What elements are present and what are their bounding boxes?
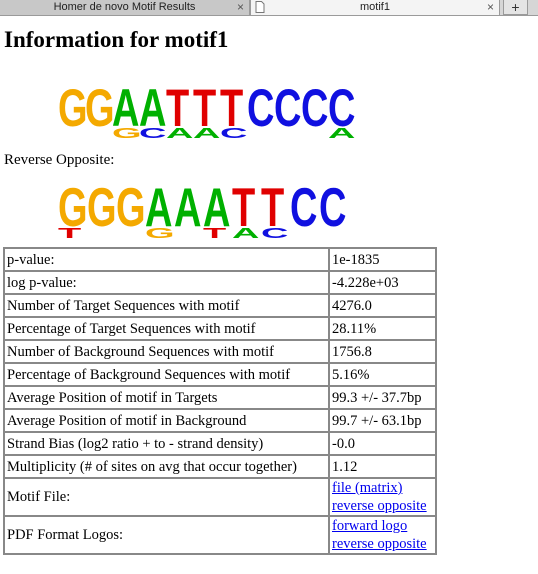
stat-label: Percentage of Target Sequences with moti… — [4, 317, 329, 340]
logo-letter-a: A — [232, 225, 260, 240]
table-row: Number of Target Sequences with motif 427… — [4, 294, 436, 317]
stat-value: 1756.8 — [329, 340, 436, 363]
table-row: Strand Bias (log2 ratio + to - strand de… — [4, 432, 436, 455]
file-matrix-link[interactable]: file (matrix) — [332, 479, 433, 497]
logo-letter-c: C — [261, 225, 289, 240]
table-row: Percentage of Target Sequences with moti… — [4, 317, 436, 340]
logo-letter-c: C — [247, 86, 274, 137]
tab-homer-results[interactable]: Homer de novo Motif Results × — [0, 0, 250, 15]
stat-label: Number of Target Sequences with motif — [4, 294, 329, 317]
stat-label: Multiplicity (# of sites on avg that occ… — [4, 455, 329, 478]
logo-letter-a: A — [328, 125, 356, 140]
stat-value: 99.3 +/- 37.7bp — [329, 386, 436, 409]
table-row: Number of Background Sequences with moti… — [4, 340, 436, 363]
logo-letter-g: G — [112, 125, 142, 140]
table-row-pdf-logos: PDF Format Logos: forward logo reverse o… — [4, 516, 436, 554]
motif-file-links: file (matrix) reverse opposite — [329, 478, 436, 516]
pdf-logos-links: forward logo reverse opposite — [329, 516, 436, 554]
sequence-logo-forward: GGAGAC TA TA TC C C C CA — [58, 86, 356, 140]
table-row-motif-file: Motif File: file (matrix) reverse opposi… — [4, 478, 436, 516]
reverse-opposite-matrix-link[interactable]: reverse opposite — [332, 497, 433, 515]
table-row: Percentage of Background Sequences with … — [4, 363, 436, 386]
close-icon[interactable]: × — [487, 0, 494, 14]
tab-motif1[interactable]: motif1 × — [250, 0, 500, 15]
reverse-opposite-label: Reverse Opposite: — [4, 152, 115, 168]
forward-logo-link[interactable]: forward logo — [332, 517, 433, 535]
page-title: Information for motif1 — [4, 27, 229, 52]
stat-label: log p-value: — [4, 271, 329, 294]
logo-letter-g: G — [85, 86, 115, 137]
tab-label: motif1 — [360, 1, 390, 13]
stat-label: Number of Background Sequences with moti… — [4, 340, 329, 363]
stat-value: 99.7 +/- 63.1bp — [329, 409, 436, 432]
logo-letter-c: C — [301, 86, 328, 137]
reverse-opposite-logo-link[interactable]: reverse opposite — [332, 535, 433, 553]
logo-letter-t: T — [203, 225, 227, 240]
tab-bar: Homer de novo Motif Results × motif1 × + — [0, 0, 538, 16]
stat-value: -0.0 — [329, 432, 436, 455]
stat-value: 5.16% — [329, 363, 436, 386]
pdf-logos-label: PDF Format Logos: — [4, 516, 329, 554]
close-icon[interactable]: × — [237, 0, 244, 14]
stat-value: 1e-1835 — [329, 248, 436, 271]
sequence-logo-reverse: GT G G AG A AT TA TC C C — [58, 182, 346, 240]
logo-letter-c: C — [290, 182, 317, 239]
logo-letter-a: A — [193, 125, 221, 140]
logo-letter-t: T — [58, 225, 82, 240]
logo-letter-c: C — [139, 125, 167, 140]
table-row: Average Position of motif in Background 9… — [4, 409, 436, 432]
stat-label: p-value: — [4, 248, 329, 271]
logo-letter-c: C — [274, 86, 301, 137]
logo-letter-c: C — [220, 125, 248, 140]
motif-stats-table: p-value: 1e-1835 log p-value: -4.228e+03 Num… — [3, 247, 437, 555]
table-row: p-value: 1e-1835 — [4, 248, 436, 271]
motif-file-label: Motif File: — [4, 478, 329, 516]
stat-label: Strand Bias (log2 ratio + to - strand de… — [4, 432, 329, 455]
logo-letter-a: A — [174, 182, 201, 239]
stat-value: 28.11% — [329, 317, 436, 340]
table-row: Average Position of motif in Targets 99.3… — [4, 386, 436, 409]
stat-label: Average Position of motif in Targets — [4, 386, 329, 409]
stat-value: 4276.0 — [329, 294, 436, 317]
stat-value: -4.228e+03 — [329, 271, 436, 294]
logo-letter-c: C — [319, 182, 346, 239]
stat-label: Percentage of Background Sequences with … — [4, 363, 329, 386]
new-tab-button[interactable]: + — [503, 0, 528, 15]
stat-value: 1.12 — [329, 455, 436, 478]
table-row: Multiplicity (# of sites on avg that occ… — [4, 455, 436, 478]
stat-label: Average Position of motif in Background — [4, 409, 329, 432]
logo-letter-g: G — [116, 182, 146, 239]
table-row: log p-value: -4.228e+03 — [4, 271, 436, 294]
logo-letter-g: G — [87, 182, 117, 239]
tab-label: Homer de novo Motif Results — [53, 1, 196, 13]
logo-letter-g: G — [145, 225, 175, 240]
logo-letter-a: A — [166, 125, 194, 140]
logo-letter-g: G — [58, 86, 88, 137]
